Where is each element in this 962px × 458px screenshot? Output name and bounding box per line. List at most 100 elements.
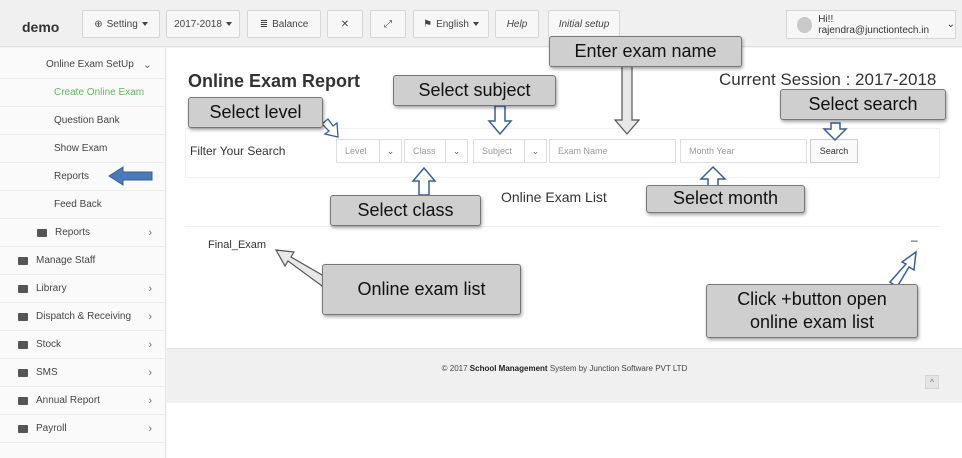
page-title: Online Exam Report (188, 71, 361, 91)
exchange-icon (18, 312, 28, 321)
sidebar-item-sms[interactable]: SMS › (0, 359, 166, 387)
caret-down-icon (225, 22, 232, 26)
expand-button[interactable]: ✕ (327, 10, 363, 38)
sidebar-item-label: Reports (55, 227, 91, 238)
caret-down-icon (472, 22, 479, 26)
chevron-right-icon: › (148, 282, 152, 295)
sidebar-item-create-online-exam[interactable]: Create Online Exam (0, 79, 166, 107)
balance-label: Balance (272, 18, 309, 30)
chevron-down-icon: ⌄ (946, 19, 955, 30)
user-menu[interactable]: Hi!! rajendra@junctiontech.in ⌄ (786, 10, 956, 39)
cart-icon (18, 424, 28, 433)
cart-icon (18, 340, 28, 349)
sidebar-item-label: Feed Back (54, 199, 102, 210)
sidebar-item-label: Payroll (36, 423, 67, 434)
sidebar-item-reports-sub[interactable]: Reports (0, 163, 166, 191)
level-select-value: Level (345, 146, 367, 156)
sidebar-item-online-exam-setup[interactable]: Online Exam SetUp ⌄ (0, 51, 166, 79)
chevron-down-icon: ⌄ (524, 140, 546, 162)
book-icon (18, 284, 28, 293)
session-label: 2017-2018 (174, 18, 222, 30)
footer-suffix: System by Junction Software PVT LTD (549, 364, 688, 373)
class-select[interactable]: Class ⌄ (404, 139, 468, 163)
table-row[interactable] (185, 226, 940, 266)
callout-click-plus-button: Click +button open online exam list (706, 284, 918, 338)
sidebar-item-stock[interactable]: Stock › (0, 331, 166, 359)
chevron-down-icon: ⌄ (445, 140, 467, 162)
sidebar-item-dispatch-receiving[interactable]: Dispatch & Receiving › (0, 303, 166, 331)
sidebar-item-feed-back[interactable]: Feed Back (0, 191, 166, 219)
sidebar-item-annual-report[interactable]: Annual Report › (0, 387, 166, 415)
language-dropdown[interactable]: ⚑ English (413, 10, 489, 38)
callout-line: Click +button open (737, 288, 887, 309)
footer-text: © 2017 School Management System by Junct… (167, 364, 962, 373)
users-icon (18, 256, 28, 265)
user-greeting: Hi!! rajendra@junctiontech.in (818, 13, 930, 36)
callout-line: online exam list (749, 312, 875, 332)
class-select-value: Class (413, 146, 436, 156)
exam-name-input[interactable] (549, 139, 676, 163)
callout-select-class: Select class (330, 195, 481, 226)
balance-button[interactable]: ≣ Balance (247, 10, 321, 38)
sidebar-item-label: Library (36, 283, 67, 294)
chevron-right-icon: › (148, 366, 152, 379)
sidebar-item-payroll[interactable]: Payroll › (0, 415, 166, 443)
sidebar-item-label: Question Bank (54, 115, 120, 126)
level-select[interactable]: Level ⌄ (336, 139, 402, 163)
brand-logo[interactable]: demo (22, 19, 59, 35)
sidebar-item-label: Manage Staff (36, 255, 96, 266)
envelope-icon (18, 368, 28, 377)
sidebar-item-manage-staff[interactable]: Manage Staff (0, 247, 166, 275)
cart-icon (18, 396, 28, 405)
chevron-right-icon: › (148, 394, 152, 407)
top-navbar: demo ⊕ Setting 2017-2018 ≣ Balance ✕ ⤢ ⚑… (0, 0, 962, 47)
callout-select-month: Select month (646, 185, 805, 213)
chevron-right-icon: › (148, 338, 152, 351)
initial-setup-button[interactable]: Initial setup (548, 10, 620, 38)
callout-enter-exam-name: Enter exam name (549, 36, 742, 67)
flag-icon: ⚑ (423, 18, 433, 30)
search-button[interactable]: Search (810, 139, 858, 163)
database-icon: ≣ (259, 18, 269, 30)
caret-down-icon (141, 22, 148, 26)
sidebar-item-label: Dispatch & Receiving (36, 311, 132, 322)
sidebar-item-label: Create Online Exam (54, 87, 145, 98)
chevron-down-icon: ⌄ (142, 59, 152, 71)
callout-select-search: Select search (780, 89, 946, 120)
footer-prefix: © 2017 (441, 364, 468, 373)
sidebar-item-label: Show Exam (54, 143, 108, 154)
session-dropdown[interactable]: 2017-2018 (166, 10, 240, 38)
sidebar: Online Exam SetUp ⌄ Create Online Exam Q… (0, 48, 166, 458)
expand-toggle-button[interactable]: – (911, 234, 919, 246)
sidebar-item-show-exam[interactable]: Show Exam (0, 135, 166, 163)
setting-dropdown[interactable]: ⊕ Setting (82, 10, 160, 38)
fullscreen-button[interactable]: ⤢ (370, 10, 406, 38)
avatar (797, 16, 813, 33)
chevron-right-icon: › (148, 310, 152, 323)
exam-list-title: Online Exam List (501, 189, 607, 205)
help-button[interactable]: Help (495, 10, 539, 38)
sidebar-item-library[interactable]: Library › (0, 275, 166, 303)
sidebar-item-question-bank[interactable]: Question Bank (0, 107, 166, 135)
scroll-top-button[interactable]: ^ (925, 375, 939, 389)
globe-icon: ⊕ (94, 18, 103, 30)
chevron-right-icon: › (148, 422, 152, 435)
filter-label: Filter Your Search (190, 144, 286, 158)
sidebar-item-label: SMS (36, 367, 58, 378)
sidebar-item-reports[interactable]: Reports › (0, 219, 166, 247)
chevron-right-icon: › (148, 226, 152, 239)
setting-label: Setting (106, 18, 138, 30)
chevron-down-icon: ⌄ (379, 140, 401, 162)
sidebar-item-label: Stock (36, 339, 62, 350)
chart-icon (37, 228, 47, 237)
exam-row-name[interactable]: Final_Exam (208, 239, 266, 251)
callout-select-level: Select level (188, 97, 323, 128)
subject-select[interactable]: Subject ⌄ (473, 139, 547, 163)
callout-online-exam-list: Online exam list (322, 264, 521, 315)
sidebar-item-label: Annual Report (36, 395, 100, 406)
month-year-input[interactable] (680, 139, 807, 163)
footer: © 2017 School Management System by Junct… (167, 348, 962, 403)
fullscreen-icon: ⤢ (384, 18, 392, 30)
language-label: English (436, 18, 469, 30)
expand-icon: ✕ (340, 18, 350, 30)
